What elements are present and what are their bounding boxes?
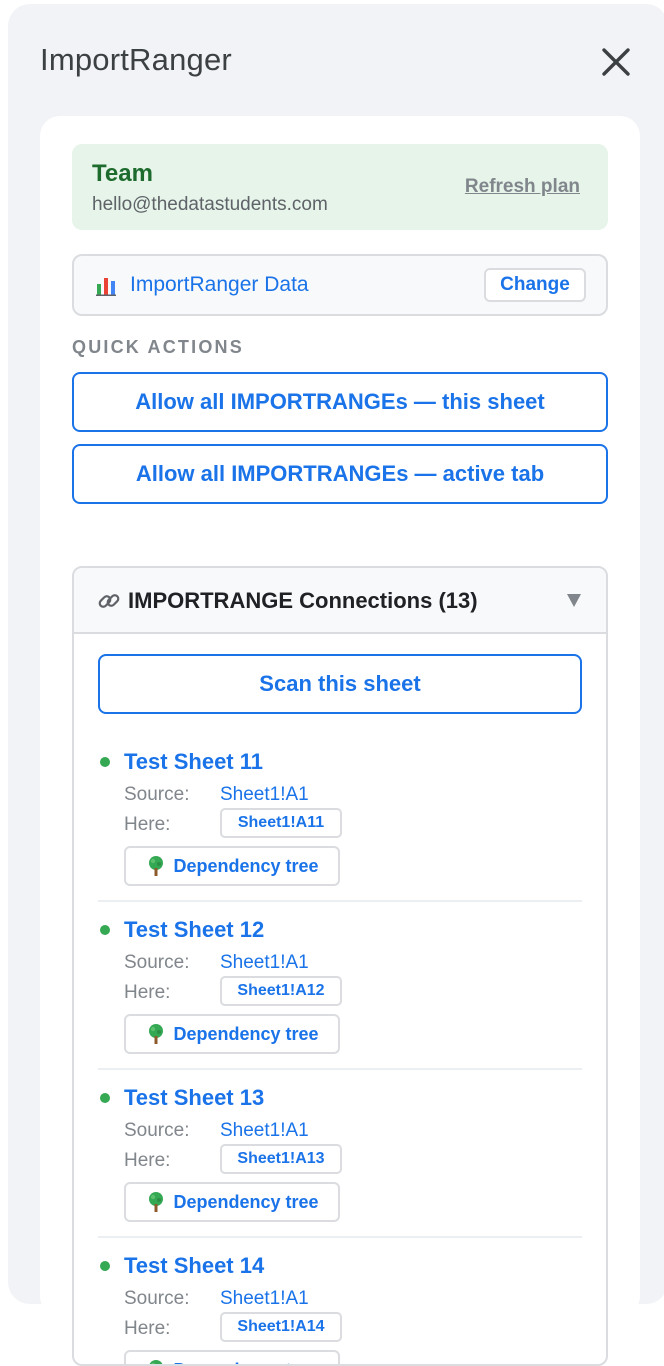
chevron-down-icon <box>566 592 582 608</box>
dependency-tree-label: Dependency tree <box>173 1192 318 1213</box>
dependency-tree-label: Dependency tree <box>173 1024 318 1045</box>
list-item: Test Sheet 11 Source: Sheet1!A1 Here: Sh… <box>98 734 582 902</box>
connection-title[interactable]: Test Sheet 11 <box>124 749 263 775</box>
account-email: hello@thedatastudents.com <box>92 194 328 216</box>
here-range-chip[interactable]: Sheet1!A12 <box>220 976 342 1006</box>
here-label: Here: <box>124 814 170 836</box>
link-icon <box>96 588 122 614</box>
source-value: Sheet1!A1 <box>220 1288 309 1310</box>
connections-section: IMPORTRANGE Connections (13) Scan this s… <box>72 566 608 1366</box>
connection-title[interactable]: Test Sheet 13 <box>124 1085 264 1111</box>
close-button[interactable] <box>598 44 634 80</box>
scan-sheet-button[interactable]: Scan this sheet <box>98 654 582 714</box>
here-label: Here: <box>124 1150 170 1172</box>
source-label: Source: <box>124 784 189 806</box>
tree-icon <box>145 1023 167 1045</box>
source-label: Source: <box>124 1288 189 1310</box>
connection-title[interactable]: Test Sheet 12 <box>124 917 264 943</box>
connections-list: Test Sheet 11 Source: Sheet1!A1 Here: Sh… <box>98 734 582 1366</box>
plan-name: Team <box>92 160 153 188</box>
status-dot <box>100 925 110 935</box>
source-value: Sheet1!A1 <box>220 784 309 806</box>
plan-box: Team hello@thedatastudents.com Refresh p… <box>72 144 608 230</box>
panel-title: ImportRanger <box>40 42 232 78</box>
data-source-box: ImportRanger Data Change <box>72 254 608 316</box>
data-source-name[interactable]: ImportRanger Data <box>130 273 309 297</box>
here-label: Here: <box>124 1318 170 1340</box>
allow-tab-button[interactable]: Allow all IMPORTRANGEs — active tab <box>72 444 608 504</box>
bar-chart-icon <box>96 276 116 296</box>
dependency-tree-button[interactable]: Dependency tree <box>124 1350 340 1366</box>
status-dot <box>100 1093 110 1103</box>
list-item: Test Sheet 14 Source: Sheet1!A1 Here: Sh… <box>98 1238 582 1366</box>
dependency-tree-label: Dependency tree <box>173 856 318 877</box>
tree-icon <box>145 1191 167 1213</box>
dependency-tree-button[interactable]: Dependency tree <box>124 1182 340 1222</box>
dependency-tree-button[interactable]: Dependency tree <box>124 1014 340 1054</box>
quick-actions-heading: QUICK ACTIONS <box>72 337 244 358</box>
sidebar-panel: ImportRanger Team hello@thedatastudents.… <box>8 4 664 1304</box>
main-card: Team hello@thedatastudents.com Refresh p… <box>40 116 640 1316</box>
dependency-tree-button[interactable]: Dependency tree <box>124 846 340 886</box>
source-label: Source: <box>124 952 189 974</box>
tree-icon <box>145 855 167 877</box>
tree-icon <box>145 1359 167 1366</box>
list-item: Test Sheet 12 Source: Sheet1!A1 Here: Sh… <box>98 902 582 1070</box>
connection-title[interactable]: Test Sheet 14 <box>124 1253 264 1279</box>
here-range-chip[interactable]: Sheet1!A13 <box>220 1144 342 1174</box>
source-label: Source: <box>124 1120 189 1142</box>
allow-sheet-button[interactable]: Allow all IMPORTRANGEs — this sheet <box>72 372 608 432</box>
source-value: Sheet1!A1 <box>220 1120 309 1142</box>
source-value: Sheet1!A1 <box>220 952 309 974</box>
refresh-plan-link[interactable]: Refresh plan <box>465 176 580 198</box>
status-dot <box>100 757 110 767</box>
close-icon <box>598 44 634 80</box>
connections-header[interactable]: IMPORTRANGE Connections (13) <box>74 568 606 634</box>
here-range-chip[interactable]: Sheet1!A14 <box>220 1312 342 1342</box>
here-label: Here: <box>124 982 170 1004</box>
change-button[interactable]: Change <box>484 268 586 302</box>
status-dot <box>100 1261 110 1271</box>
list-item: Test Sheet 13 Source: Sheet1!A1 Here: Sh… <box>98 1070 582 1238</box>
here-range-chip[interactable]: Sheet1!A11 <box>220 808 342 838</box>
connections-title: IMPORTRANGE Connections (13) <box>128 588 478 614</box>
dependency-tree-label: Dependency tree <box>173 1360 318 1366</box>
